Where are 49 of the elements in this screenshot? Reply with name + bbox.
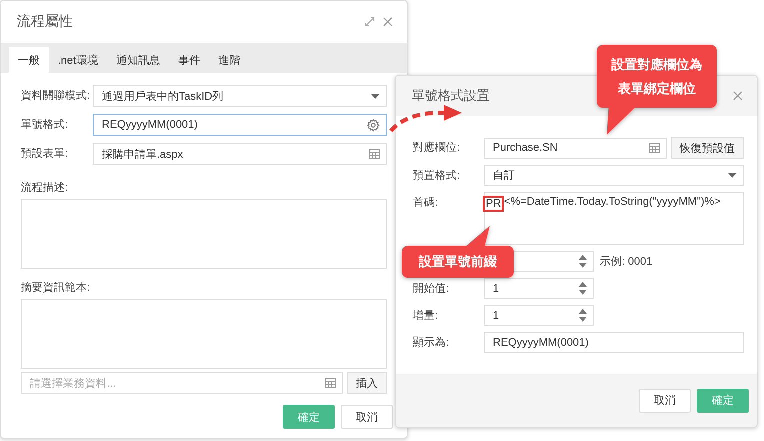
tab[interactable]: 通知訊息 — [107, 47, 170, 73]
tab[interactable]: .net環境 — [49, 47, 108, 73]
table-icon[interactable] — [325, 378, 336, 388]
dialog-title: 單號格式設置 — [412, 87, 490, 105]
dropdown-caret-icon[interactable] — [728, 173, 737, 178]
settings-icon[interactable] — [367, 118, 380, 132]
number-field[interactable]: 1 — [484, 278, 594, 299]
prefix-code: <%=DateTime.Today.ToString("yyyyMM")%> — [504, 196, 721, 208]
field-label: 摘要資訊範本: — [21, 281, 90, 295]
field-label: 預設表單: — [21, 147, 68, 161]
dialog-title: 流程屬性 — [17, 13, 73, 31]
spinner-arrows-icon[interactable] — [579, 309, 587, 322]
number-field[interactable]: 1 — [484, 305, 594, 326]
field-label: 預置格式: — [413, 168, 460, 182]
dropdown-caret-icon[interactable] — [371, 94, 380, 98]
field-label: 增量: — [413, 308, 438, 322]
example-text: 示例: 0001 — [600, 255, 653, 269]
dropdown[interactable]: 自訂 — [484, 165, 744, 186]
dropdown[interactable]: 通過用戶表中的TaskID列 — [93, 85, 387, 107]
cancel-button[interactable]: 取消 — [341, 405, 393, 429]
input-field[interactable]: REQyyyyMM(0001) — [93, 114, 387, 136]
field-label: 對應欄位: — [413, 141, 460, 155]
number-field[interactable] — [514, 251, 594, 272]
insert-button[interactable]: 插入 — [347, 372, 387, 394]
field-label: 單號格式: — [21, 118, 68, 132]
field-label: 開始值: — [413, 282, 450, 296]
input-field[interactable]: REQyyyyMM(0001) — [484, 332, 744, 353]
field-label: 流程描述: — [21, 181, 68, 195]
input-field[interactable]: 採購申請單.aspx — [93, 143, 387, 165]
prefix-field[interactable]: PR <%=DateTime.Today.ToString("yyyyMM")%> — [484, 192, 744, 245]
field-label: 資料關聯模式: — [21, 89, 90, 103]
input-field[interactable]: Purchase.SN — [484, 138, 667, 158]
spinner-arrows-icon[interactable] — [579, 255, 587, 268]
field-label: 首碼: — [413, 196, 438, 210]
close-icon[interactable] — [383, 17, 393, 27]
highlighted-prefix: PR — [483, 196, 504, 212]
callout-text: 設置單號前綴 — [419, 253, 497, 271]
close-icon[interactable] — [733, 91, 743, 101]
expand-icon[interactable] — [365, 17, 375, 27]
table-icon[interactable] — [649, 143, 660, 153]
spinner-arrows-icon[interactable] — [579, 282, 587, 295]
field-label: 顯示為: — [413, 336, 450, 350]
tab[interactable]: 事件 — [169, 47, 210, 73]
tab[interactable]: 一般 — [9, 47, 49, 73]
reset-default-button[interactable]: 恢復預設值 — [671, 137, 744, 159]
tab[interactable]: 進階 — [209, 47, 250, 73]
table-icon[interactable] — [369, 149, 380, 159]
cancel-button[interactable]: 取消 — [639, 388, 691, 412]
callout-text: 設置對應欄位為 表單綁定欄位 — [612, 56, 702, 98]
